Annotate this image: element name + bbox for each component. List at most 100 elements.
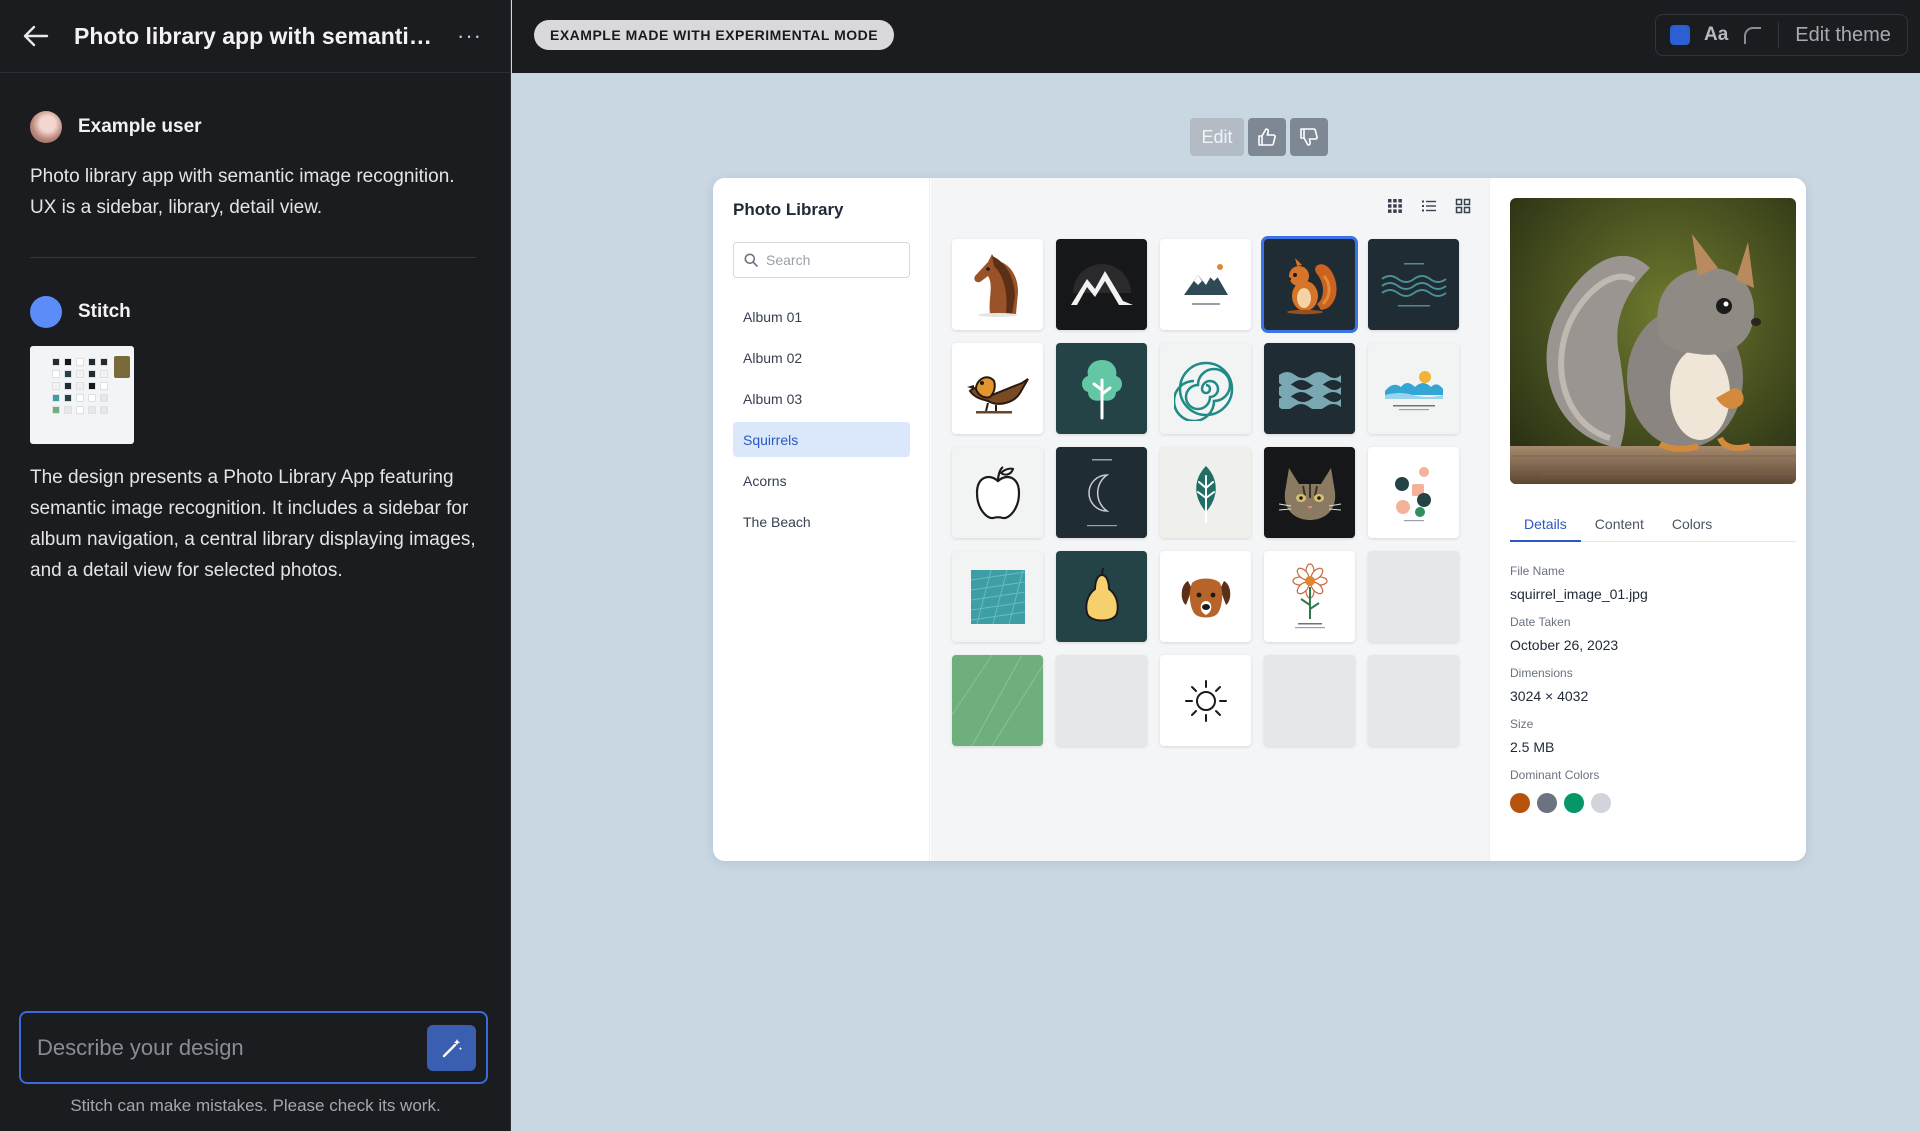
back-button[interactable] bbox=[22, 22, 50, 50]
generate-button[interactable] bbox=[427, 1024, 476, 1071]
photo-tile-dog[interactable] bbox=[1160, 551, 1251, 642]
photo-tile-placeholder[interactable] bbox=[1368, 551, 1459, 642]
design-composer bbox=[19, 1011, 488, 1084]
dimensions-value: 3024 × 4032 bbox=[1510, 688, 1589, 704]
apple-icon bbox=[975, 465, 1020, 519]
moon-crescent-icon bbox=[1086, 458, 1117, 526]
edit-button[interactable]: Edit bbox=[1190, 118, 1244, 156]
photo-tile-mountain-logo[interactable] bbox=[1160, 239, 1251, 330]
tab-colors[interactable]: Colors bbox=[1658, 508, 1726, 541]
album-item[interactable]: Squirrels bbox=[733, 422, 910, 457]
photo-tile-bird[interactable] bbox=[952, 343, 1043, 434]
thumbnail-tile bbox=[88, 358, 96, 366]
list-view-icon[interactable] bbox=[1421, 198, 1437, 214]
thumbnail-tile bbox=[100, 394, 108, 402]
album-item[interactable]: Album 03 bbox=[733, 381, 910, 416]
photo-grid bbox=[952, 239, 1459, 746]
spiral-icon bbox=[1173, 361, 1233, 421]
album-item[interactable]: Album 02 bbox=[733, 340, 910, 375]
photo-tile-beach-wave[interactable] bbox=[1368, 343, 1459, 434]
design-thumbnail[interactable] bbox=[30, 346, 134, 444]
photo-tile-horse[interactable] bbox=[952, 239, 1043, 330]
photo-tile-wave-pattern[interactable] bbox=[1264, 343, 1355, 434]
wave-pattern-icon bbox=[1278, 371, 1341, 409]
describe-design-input[interactable] bbox=[21, 1034, 427, 1061]
grid-small-icon[interactable] bbox=[1387, 198, 1403, 214]
abstract-shapes-icon bbox=[1394, 466, 1431, 521]
album-item[interactable]: Acorns bbox=[733, 463, 910, 498]
arrow-left-icon bbox=[23, 25, 49, 47]
photo-tile-placeholder[interactable] bbox=[1368, 655, 1459, 746]
photo-tile-tree[interactable] bbox=[1056, 343, 1147, 434]
assistant-message-header: Stitch bbox=[30, 296, 510, 328]
pear-icon bbox=[1084, 567, 1119, 621]
photo-metadata: File Name squirrel_image_01.jpg Date Tak… bbox=[1510, 564, 1796, 813]
assistant-message-text: The design presents a Photo Library App … bbox=[30, 467, 476, 581]
photo-tile-pear[interactable] bbox=[1056, 551, 1147, 642]
photo-tile-placeholder[interactable] bbox=[1264, 655, 1355, 746]
leaf-icon bbox=[1195, 465, 1216, 523]
photo-tile-apple[interactable] bbox=[952, 447, 1043, 538]
color-swatch[interactable] bbox=[1591, 793, 1611, 813]
photo-tile-squirrel[interactable] bbox=[1264, 239, 1355, 330]
theme-separator bbox=[1778, 22, 1780, 48]
thumbnail-tile bbox=[76, 382, 84, 390]
design-toolbar: Edit bbox=[1190, 118, 1328, 156]
search-input[interactable] bbox=[766, 252, 896, 268]
tab-details[interactable]: Details bbox=[1510, 508, 1581, 542]
thumbnail-tile bbox=[64, 394, 72, 402]
photo-tile-waves[interactable] bbox=[1368, 239, 1459, 330]
cat-icon bbox=[1278, 467, 1341, 520]
photo-tile-placeholder[interactable] bbox=[1056, 655, 1147, 746]
more-options-button[interactable]: ··· bbox=[451, 25, 488, 47]
tab-content[interactable]: Content bbox=[1581, 508, 1658, 541]
experimental-mode-badge: EXAMPLE MADE WITH EXPERIMENTAL MODE bbox=[534, 20, 895, 50]
color-swatch[interactable] bbox=[1510, 793, 1530, 813]
theme-color-swatch[interactable] bbox=[1670, 25, 1690, 45]
grid-large-icon[interactable] bbox=[1455, 198, 1471, 214]
stitch-avatar bbox=[30, 296, 62, 328]
top-bar: EXAMPLE MADE WITH EXPERIMENTAL MODE Aa E… bbox=[512, 0, 1920, 73]
color-swatch[interactable] bbox=[1537, 793, 1557, 813]
green-texture-icon bbox=[952, 655, 1043, 746]
thumbs-up-button[interactable] bbox=[1248, 118, 1286, 156]
thumbnail-tile bbox=[100, 358, 108, 366]
tree-icon bbox=[1081, 359, 1122, 419]
thumbnail-tile bbox=[88, 382, 96, 390]
photo-tile-leaf[interactable] bbox=[1160, 447, 1251, 538]
thumbnail-tile bbox=[52, 358, 60, 366]
user-message-header: Example user bbox=[30, 111, 510, 143]
photo-tile-moon-crescent[interactable] bbox=[1056, 447, 1147, 538]
album-item[interactable]: The Beach bbox=[733, 504, 910, 539]
library-title: Photo Library bbox=[733, 200, 844, 219]
thumbnail-tile bbox=[52, 382, 60, 390]
detail-panel: Details Content Colors File Name squirrel_… bbox=[1489, 178, 1806, 861]
thumbnail-tile bbox=[52, 406, 60, 414]
size-label: Size bbox=[1510, 717, 1534, 731]
photo-tile-teal-texture[interactable] bbox=[952, 551, 1043, 642]
thumbs-down-button[interactable] bbox=[1290, 118, 1328, 156]
photo-tile-flower[interactable] bbox=[1264, 551, 1355, 642]
thumbnail-tile bbox=[76, 394, 84, 402]
color-swatch[interactable] bbox=[1564, 793, 1584, 813]
album-item[interactable]: Album 01 bbox=[733, 299, 910, 334]
waves-icon bbox=[1380, 262, 1447, 306]
thumbnail-tile bbox=[64, 406, 72, 414]
photo-tile-sun[interactable] bbox=[1160, 655, 1251, 746]
theme-font-sample[interactable]: Aa bbox=[1704, 24, 1728, 46]
photo-tile-cat[interactable] bbox=[1264, 447, 1355, 538]
photo-tile-green-texture[interactable] bbox=[952, 655, 1043, 746]
magic-wand-icon bbox=[442, 1038, 462, 1057]
disclaimer-text: Stitch can make mistakes. Please check i… bbox=[70, 1096, 441, 1115]
corner-radius-icon[interactable] bbox=[1742, 25, 1762, 45]
photo-tile-mountain-arch[interactable] bbox=[1056, 239, 1147, 330]
project-title: Photo library app with semantic image re… bbox=[74, 22, 434, 49]
squirrel-icon bbox=[1286, 257, 1337, 314]
photo-tile-spiral[interactable] bbox=[1160, 343, 1251, 434]
squirrel-photo bbox=[1510, 198, 1796, 484]
thumbs-down-icon bbox=[1300, 128, 1318, 146]
photo-tile-abstract-shapes[interactable] bbox=[1368, 447, 1459, 538]
edit-theme-button[interactable]: Edit theme bbox=[1795, 24, 1891, 47]
sun-icon bbox=[1184, 679, 1227, 722]
bird-icon bbox=[966, 375, 1029, 413]
